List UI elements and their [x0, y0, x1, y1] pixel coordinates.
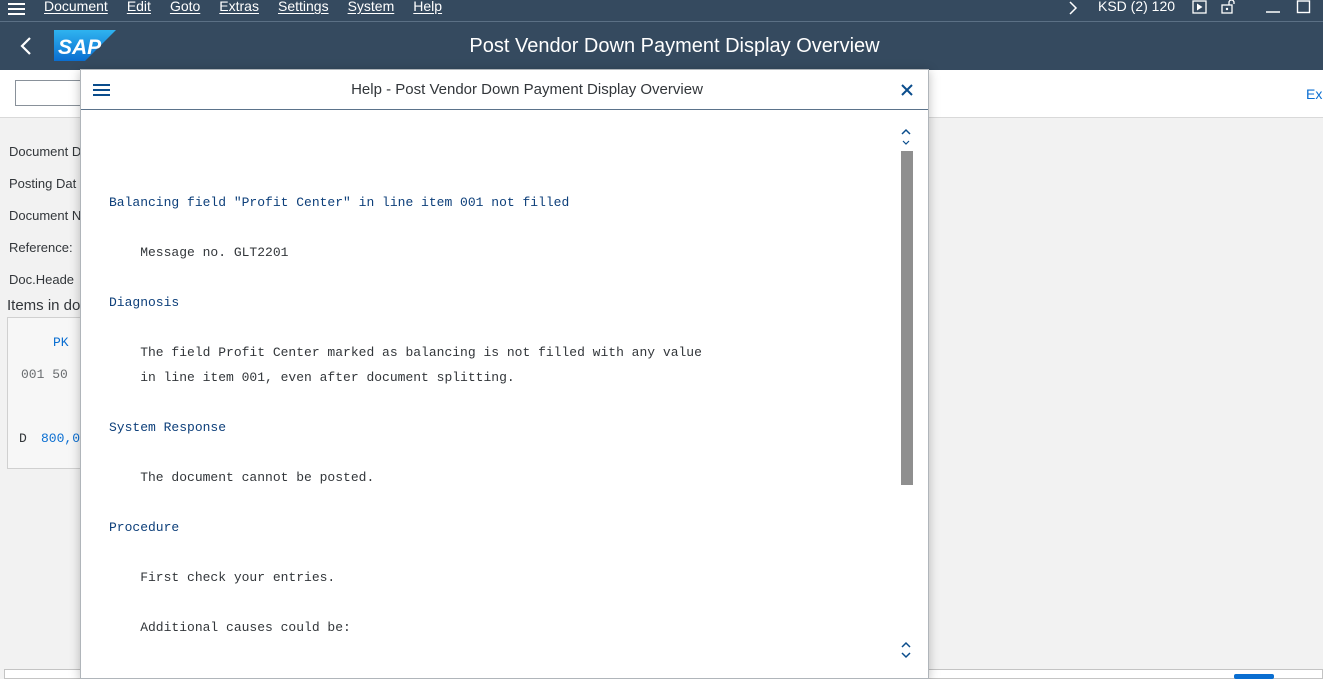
menu-settings[interactable]: Settings: [278, 0, 329, 14]
menu-edit[interactable]: Edit: [127, 0, 151, 14]
scroll-up-icon[interactable]: [900, 127, 912, 147]
dialog-body: Balancing field "Profit Center" in line …: [81, 111, 928, 679]
menu-goto[interactable]: Goto: [170, 0, 200, 14]
label-doc-header: Doc.Heade: [9, 272, 75, 287]
help-paragraph: First check your entries.: [109, 570, 336, 585]
menu-bar: Document Edit Goto Extras Settings Syste…: [0, 0, 1323, 22]
table-row[interactable]: 001 50: [21, 367, 68, 382]
menu-extras[interactable]: Extras: [219, 0, 259, 14]
items-table: [7, 317, 87, 469]
sap-logo: SAP: [54, 30, 116, 61]
menu-items: Document Edit Goto Extras Settings Syste…: [44, 0, 461, 14]
back-chevron-icon[interactable]: [18, 36, 34, 56]
menu-document[interactable]: Document: [44, 0, 108, 14]
help-heading: System Response: [109, 420, 227, 435]
help-dialog: Help - Post Vendor Down Payment Display …: [80, 69, 929, 679]
maximize-icon[interactable]: [1296, 0, 1312, 14]
scroll-down-icon[interactable]: [900, 641, 912, 661]
page-title: Post Vendor Down Payment Display Overvie…: [469, 35, 880, 57]
amount-link[interactable]: 800,0: [41, 431, 80, 446]
help-heading: Balancing field "Profit Center" in line …: [109, 195, 570, 210]
debit-credit-flag: D: [19, 431, 27, 446]
dialog-title: Help - Post Vendor Down Payment Display …: [351, 81, 703, 98]
exit-button[interactable]: Exi: [1306, 86, 1323, 102]
table-header-pk: PK: [53, 335, 69, 350]
menu-hamburger-icon[interactable]: [8, 0, 25, 15]
label-posting-date: Posting Dat: [9, 176, 77, 191]
dialog-menu-icon[interactable]: [93, 84, 110, 98]
footer-primary-button[interactable]: [1234, 674, 1274, 679]
svg-text:SAP: SAP: [58, 36, 102, 59]
expand-chevron-right-icon[interactable]: [1068, 1, 1078, 15]
minimize-icon[interactable]: [1265, 0, 1281, 14]
help-paragraph: in line item 001, even after document sp…: [109, 370, 515, 385]
help-paragraph: The field Profit Center marked as balanc…: [109, 345, 702, 360]
help-heading: Diagnosis: [109, 295, 180, 310]
command-field[interactable]: [15, 80, 85, 106]
title-bar: Post Vendor Down Payment Display Overvie…: [0, 22, 1323, 70]
play-icon[interactable]: [1192, 0, 1208, 14]
help-paragraph: Additional causes could be:: [109, 620, 351, 635]
label-reference: Reference:: [9, 240, 73, 255]
help-paragraph: Message no. GLT2201: [109, 245, 289, 260]
unlock-icon[interactable]: [1221, 0, 1237, 14]
system-info: KSD (2) 120: [1098, 0, 1176, 14]
close-icon[interactable]: [899, 82, 915, 98]
items-section-title: Items in do: [7, 297, 81, 314]
menu-help[interactable]: Help: [413, 0, 442, 14]
menu-system[interactable]: System: [348, 0, 395, 14]
help-paragraph: The document cannot be posted.: [109, 470, 375, 485]
label-document-number: Document N: [9, 208, 82, 223]
help-heading: Procedure: [109, 520, 180, 535]
scrollbar-thumb[interactable]: [901, 151, 913, 485]
label-document-date: Document D: [9, 144, 82, 159]
dialog-header: Help - Post Vendor Down Payment Display …: [81, 70, 928, 110]
